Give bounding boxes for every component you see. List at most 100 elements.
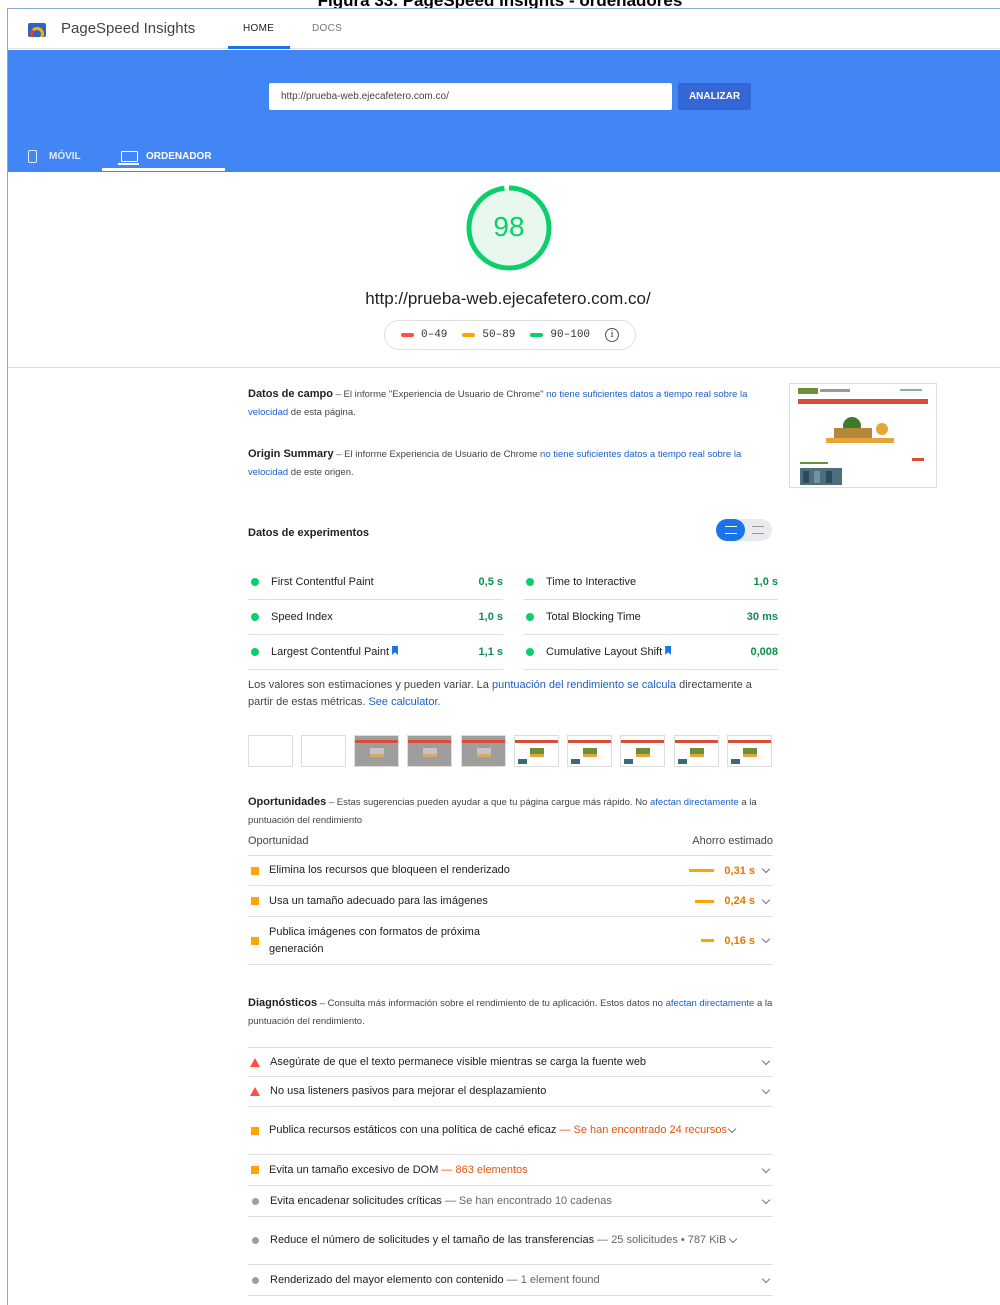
metric-value: 1,0 s (753, 576, 778, 588)
diagnostic-detail: — 863 elementos (438, 1163, 528, 1176)
chevron-down-icon[interactable] (761, 1056, 771, 1065)
filmstrip-frame (354, 735, 399, 767)
nav-docs[interactable]: DOCS (312, 23, 342, 34)
chevron-down-icon[interactable] (761, 864, 771, 874)
tab-desktop[interactable]: ORDENADOR (118, 141, 212, 171)
metric-time-to-interactive: Time to Interactive 1,0 s (523, 565, 778, 600)
filmstrip-frame (461, 735, 506, 767)
average-square-icon (251, 1126, 259, 1135)
opportunity-column-label: Oportunidad (248, 835, 309, 847)
metric-name: Largest Contentful Paint (271, 646, 479, 658)
filmstrip-frame (620, 735, 665, 767)
opportunities-header: Oportunidad Ahorro estimado (248, 835, 773, 847)
pass-dot-icon (251, 578, 259, 586)
opportunities-link[interactable]: afectan directamente (650, 797, 739, 808)
opportunity-label: Usa un tamaño adecuado para las imágenes (269, 894, 488, 907)
diagnostic-label: Renderizado del mayor elemento con conte… (270, 1272, 763, 1289)
savings-bar (689, 869, 715, 872)
legend-label-average: 50–89 (482, 329, 516, 341)
diagnostic-row[interactable]: Evitar cambios de diseño importantes — 3… (248, 1296, 773, 1305)
metric-name: Speed Index (271, 611, 333, 623)
phone-icon (28, 149, 37, 163)
diagnostics-link[interactable]: afectan directamente (666, 998, 755, 1009)
opportunities-title: Oportunidades (248, 796, 327, 808)
pagespeed-logo-icon (28, 23, 46, 37)
field-data-text-end: de esta página. (288, 407, 356, 418)
opportunity-row[interactable]: Elimina los recursos que bloqueen el ren… (248, 855, 773, 886)
metric-value: 0,5 s (478, 576, 503, 588)
metric-total-blocking-time: Total Blocking Time 30 ms (523, 600, 778, 635)
opportunity-row[interactable]: Usa un tamaño adecuado para las imágenes… (248, 886, 773, 917)
info-circle-icon (252, 1276, 259, 1284)
metric-value: 30 ms (746, 611, 778, 623)
chevron-down-icon[interactable] (761, 895, 771, 904)
tab-mobile[interactable]: MÓVIL (28, 141, 81, 171)
section-divider (8, 367, 1000, 368)
lab-data-note: Los valores son estimaciones y pueden va… (248, 677, 773, 711)
legend-item-fail: 0–49 (401, 329, 447, 341)
diagnostic-row[interactable]: Evita encadenar solicitudes críticas — S… (248, 1186, 773, 1217)
screenshot-preview (798, 388, 928, 485)
diagnostic-label: No usa listeners pasivos para mejorar el… (270, 1083, 763, 1100)
device-tab-indicator (102, 168, 225, 171)
performance-score: 98 (493, 211, 525, 242)
opportunity-label: Elimina los recursos que bloqueen el ren… (269, 864, 510, 876)
info-icon[interactable]: i (605, 328, 620, 342)
savings-bar (701, 939, 715, 942)
filmstrip-frame (248, 735, 293, 767)
diagnostic-row[interactable]: Reduce el número de solicitudes y el tam… (248, 1217, 773, 1265)
metric-first-contentful-paint: First Contentful Paint 0,5 s (248, 565, 503, 600)
calculator-link[interactable]: See calculator. (368, 696, 440, 708)
chevron-down-icon[interactable] (761, 1195, 771, 1204)
metric-name: Time to Interactive (546, 576, 637, 588)
diagnostic-row[interactable]: No usa listeners pasivos para mejorar el… (248, 1077, 773, 1107)
score-legend: 0–49 50–89 90–100 i (384, 320, 636, 350)
bookmark-icon[interactable] (392, 646, 399, 655)
diagnostic-detail: — Se han encontrado 24 recursos (556, 1124, 727, 1136)
opportunities-section: Oportunidades – Estas sugerencias pueden… (248, 793, 773, 830)
average-square-icon (251, 897, 259, 905)
legend-item-average: 50–89 (462, 329, 515, 341)
metrics-view-toggle[interactable] (716, 519, 772, 541)
chevron-down-icon[interactable] (761, 934, 771, 944)
legend-swatch-pass (530, 333, 544, 337)
browser-frame: PageSpeed Insights HOME DOCS ANALIZAR MÓ… (7, 8, 1000, 1305)
diagnostic-row[interactable]: Publica recursos estáticos con una polít… (248, 1107, 773, 1155)
pass-dot-icon (251, 648, 259, 656)
diagnostic-row[interactable]: Evita un tamaño excesivo de DOM — 863 el… (248, 1155, 773, 1186)
diagnostic-detail: — Se han encontrado 10 cadenas (441, 1194, 612, 1207)
note-text: Los valores son estimaciones y pueden va… (248, 679, 492, 691)
field-data-text: – El informe "Experiencia de Usuario de … (332, 389, 547, 400)
score-calculation-link[interactable]: puntuación del rendimiento se calcula (492, 679, 676, 691)
legend-swatch-fail (401, 333, 414, 337)
metric-value: 1,1 s (478, 646, 503, 658)
diagnostic-label: Publica recursos estáticos con una polít… (269, 1122, 729, 1139)
diagnostic-title: Publica recursos estáticos con una polít… (269, 1124, 557, 1136)
diagnostic-row[interactable]: Asegúrate de que el texto permanece visi… (248, 1047, 773, 1077)
opportunity-row[interactable]: Publica imágenes con formatos de próxima… (248, 917, 773, 965)
url-input[interactable] (269, 83, 672, 110)
chevron-down-icon[interactable] (761, 1085, 771, 1095)
chevron-down-icon[interactable] (761, 1274, 771, 1283)
diagnostic-row[interactable]: Renderizado del mayor elemento con conte… (248, 1265, 773, 1296)
metric-name: Total Blocking Time (546, 611, 641, 623)
diagnostics-text: – Consulta más información sobre el rend… (317, 998, 666, 1009)
metric-name-text: Cumulative Layout Shift (546, 646, 663, 658)
metric-cumulative-layout-shift: Cumulative Layout Shift 0,008 (523, 635, 778, 670)
analyze-button[interactable]: ANALIZAR (678, 83, 751, 110)
diagnostic-label: Evita encadenar solicitudes críticas — S… (270, 1193, 763, 1210)
tab-desktop-label: ORDENADOR (146, 150, 212, 162)
filmstrip-frame (567, 735, 612, 767)
info-circle-icon (252, 1197, 259, 1205)
nav-home[interactable]: HOME (243, 23, 274, 34)
savings-value: 0,31 s (724, 864, 755, 877)
analyzed-url: http://prueba-web.ejecafetero.com.co/ (365, 289, 651, 308)
metric-name-text: Largest Contentful Paint (271, 646, 390, 658)
average-square-icon (251, 866, 259, 875)
diagnostic-label: Reduce el número de solicitudes y el tam… (270, 1232, 730, 1249)
chevron-down-icon[interactable] (728, 1234, 738, 1244)
chevron-down-icon[interactable] (761, 1164, 771, 1173)
chevron-down-icon[interactable] (727, 1124, 737, 1134)
diagnostic-label: Asegúrate de que el texto permanece visi… (270, 1054, 763, 1071)
bookmark-icon[interactable] (665, 646, 672, 655)
